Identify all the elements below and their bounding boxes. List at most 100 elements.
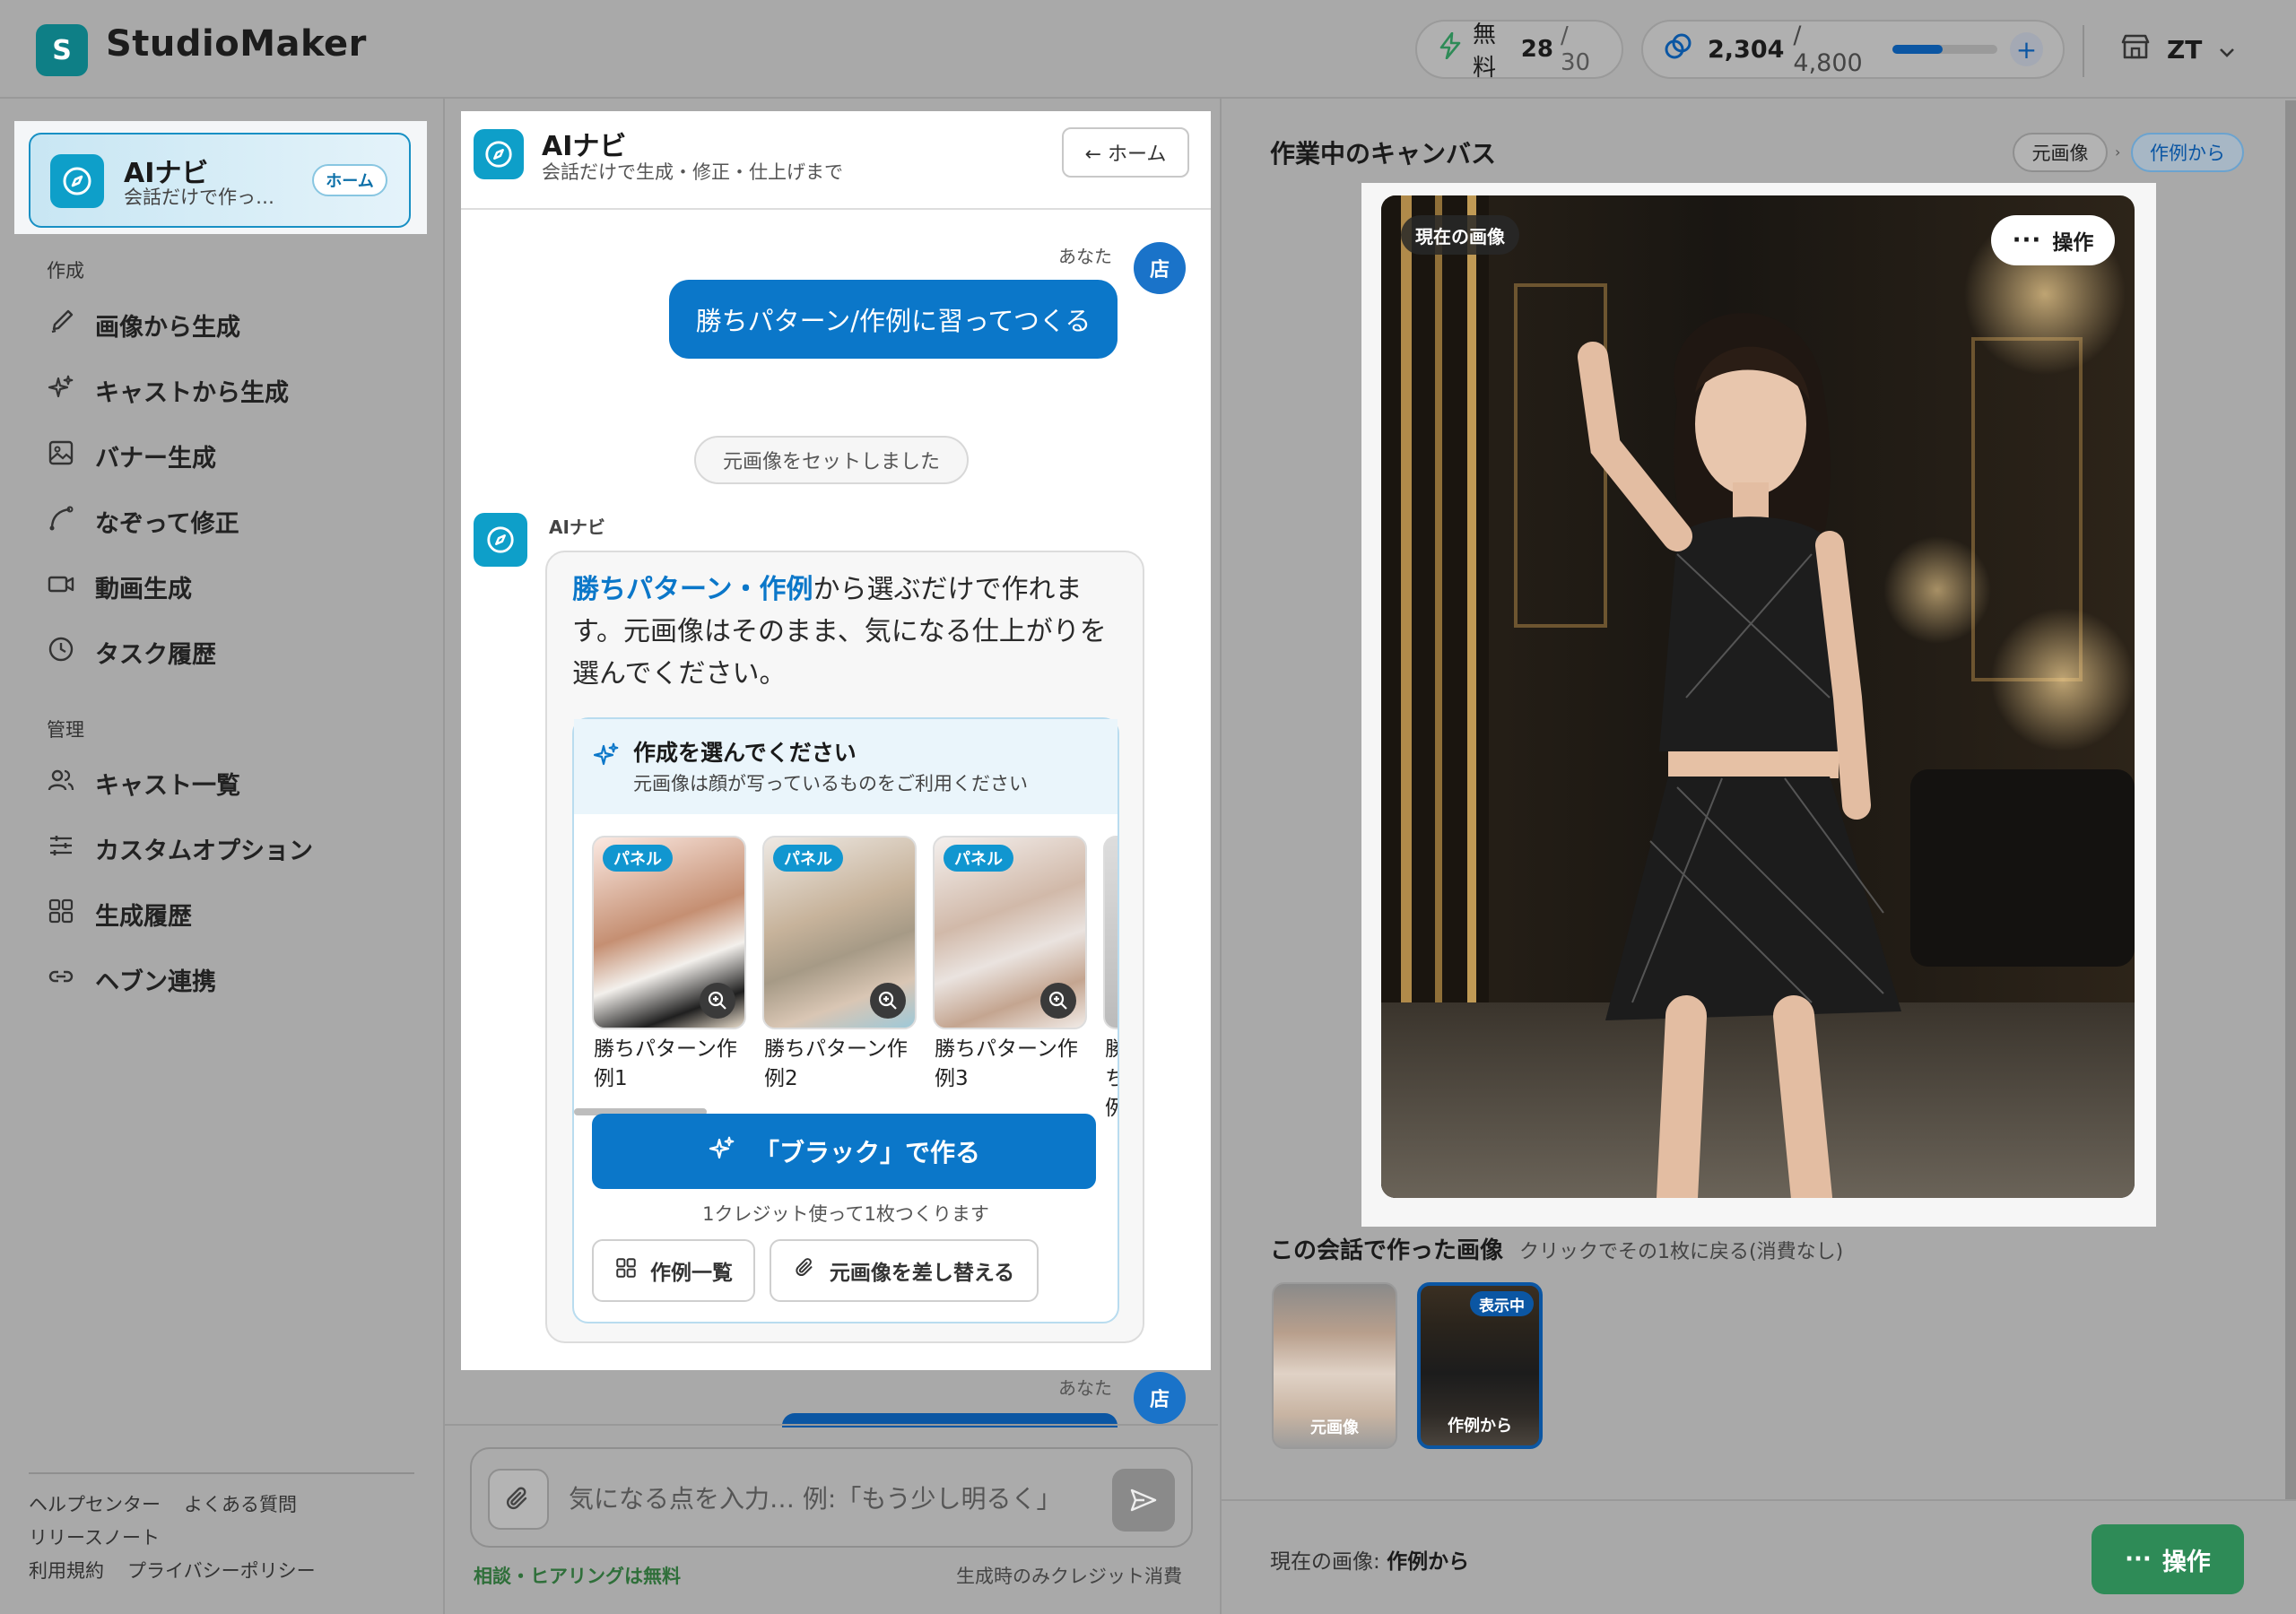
selection-title: 作成を選んでください — [633, 740, 857, 766]
add-credits-button[interactable]: + — [2009, 32, 2043, 66]
trace-icon — [47, 504, 75, 539]
panel-badge: パネル — [603, 845, 673, 872]
sidebar-item-custom-options[interactable]: カスタムオプション — [47, 830, 313, 866]
sidebar-item-cast-list[interactable]: キャスト一覧 — [47, 765, 240, 801]
home-chip[interactable]: ホーム — [312, 164, 387, 196]
sidebar-item-gen-history[interactable]: 生成履歴 — [47, 896, 192, 932]
current-image-value: 作例から — [1387, 1550, 1470, 1574]
history-thumbnail-example[interactable]: 表示中 作例から — [1417, 1282, 1543, 1449]
image-icon — [47, 438, 75, 473]
coins-icon — [1663, 31, 1693, 68]
example-thumbnail[interactable]: パネル — [592, 836, 746, 1029]
sidebar-item-trace-fix[interactable]: なぞって修正 — [47, 503, 239, 539]
grid-icon — [614, 1256, 638, 1285]
primary-actions-label: 操作 — [2161, 1548, 2211, 1576]
sidebar-item-task-history[interactable]: タスク履歴 — [47, 634, 216, 670]
compass-icon — [474, 129, 524, 179]
history-thumbnail-original[interactable]: 元画像 — [1272, 1282, 1397, 1449]
sparkle-icon — [47, 373, 75, 408]
release-notes-link[interactable]: リリースノート — [29, 1527, 160, 1549]
link-icon — [47, 962, 75, 997]
credit-progress-fill — [1892, 45, 1944, 54]
brush-icon — [47, 308, 75, 343]
faq-link[interactable]: よくある質問 — [184, 1494, 297, 1515]
paperclip-icon — [507, 1487, 527, 1509]
chat-subtitle: 会話だけで生成・修正・仕上げまで — [542, 161, 843, 183]
canvas-image[interactable] — [1381, 195, 2135, 1198]
sidebar-item-label: タスク履歴 — [95, 640, 216, 669]
privacy-link[interactable]: プライバシーポリシー — [127, 1560, 316, 1582]
sidebar-item-banner[interactable]: バナー生成 — [47, 438, 216, 473]
terms-link[interactable]: 利用規約 — [29, 1560, 104, 1582]
ai-message-text: 勝ちパターン・作例から選ぶだけで作れます。元画像はそのまま、気になる仕上がりを選… — [572, 568, 1128, 695]
crumb-example[interactable]: 作例から — [2131, 133, 2244, 172]
panel-badge: パネル — [773, 845, 843, 872]
help-link[interactable]: ヘルプセンター — [29, 1494, 161, 1515]
sidebar-item-subtitle: 会話だけで作っ… — [124, 187, 274, 208]
scrollbar[interactable] — [2285, 100, 2296, 1499]
replace-image-label: 元画像を差し替える — [829, 1262, 1015, 1285]
current-image-prefix: 現在の画像: — [1270, 1550, 1380, 1574]
crumb-original[interactable]: 元画像 — [2013, 133, 2108, 172]
system-note: 元画像をセットしました — [694, 436, 969, 484]
zoom-in-icon[interactable] — [700, 983, 735, 1019]
zoom-in-icon[interactable] — [1040, 983, 1076, 1019]
sliders-icon — [47, 831, 75, 866]
store-icon — [2120, 33, 2151, 66]
example-list-button[interactable]: 作例一覧 — [592, 1239, 755, 1302]
composer-divider — [445, 1424, 1218, 1426]
sidebar-item-label: 生成履歴 — [95, 902, 192, 931]
section-heading-manage: 管理 — [47, 719, 84, 741]
grid-icon — [47, 897, 75, 932]
home-button[interactable]: ← ホーム — [1062, 127, 1189, 178]
clock-icon — [47, 635, 75, 670]
sender-label: あなた — [1058, 1377, 1112, 1399]
user-avatar: 店 — [1134, 1372, 1186, 1424]
send-icon — [1130, 1488, 1157, 1512]
sidebar-item-label: 動画生成 — [95, 575, 192, 603]
free-used: 28 — [1520, 36, 1553, 63]
user-initials: ZT — [2167, 34, 2203, 65]
sidebar-item-heaven-link[interactable]: ヘブン連携 — [47, 961, 216, 997]
section-heading-create: 作成 — [47, 260, 84, 282]
message-input[interactable]: 気になる点を入力… 例:「もう少し明るく」 — [569, 1480, 1062, 1515]
canvas-footer-divider — [1220, 1499, 2296, 1501]
sidebar-footer: ヘルプセンター よくある質問 リリースノート 利用規約 プライバシーポリシー — [29, 1472, 414, 1588]
send-button[interactable] — [1112, 1469, 1175, 1532]
make-button[interactable]: 「ブラック」で作る — [592, 1114, 1096, 1189]
credit-progress-bar — [1892, 45, 1997, 54]
example-label: 勝ちパターン作例2 — [764, 1037, 908, 1090]
sidebar-item-image-generate[interactable]: 画像から生成 — [47, 307, 240, 343]
showing-badge: 表示中 — [1470, 1291, 1534, 1316]
current-image-badge: 現在の画像 — [1401, 215, 1519, 255]
zoom-in-icon[interactable] — [870, 983, 906, 1019]
app-logo[interactable]: S — [36, 24, 88, 76]
history-subtitle: クリックでその1枚に戻る(消費なし) — [1519, 1241, 1844, 1263]
app-name: StudioMaker — [106, 23, 367, 65]
example-thumbnail-partial[interactable] — [1103, 836, 1118, 1029]
example-thumbnail[interactable]: パネル — [933, 836, 1087, 1029]
sidebar-item-video[interactable]: 動画生成 — [47, 568, 192, 604]
canvas-actions-button[interactable]: ··· 操作 — [1991, 215, 2115, 265]
topbar-divider — [2083, 25, 2084, 77]
canvas-title: 作業中のキャンバス — [1270, 139, 1497, 169]
example-label-partial: 勝ち例 — [1105, 1037, 1118, 1120]
chevron-down-icon — [2218, 35, 2236, 65]
attach-button[interactable] — [488, 1469, 549, 1530]
sidebar-item-cast-generate[interactable]: キャストから生成 — [47, 372, 289, 408]
example-label: 勝ちパターン作例3 — [935, 1037, 1078, 1090]
credit-pill[interactable]: 2,304 / 4,800 + — [1641, 20, 2065, 79]
sender-label: あなた — [1058, 246, 1112, 267]
user-menu[interactable]: ZT — [2120, 27, 2236, 72]
replace-image-button[interactable]: 元画像を差し替える — [770, 1239, 1039, 1302]
sidebar-item-label: ヘブン連携 — [95, 968, 216, 996]
paperclip-icon — [794, 1256, 817, 1285]
more-icon: ··· — [2125, 1546, 2152, 1573]
free-quota-pill[interactable]: 無料 28 / 30 — [1415, 20, 1623, 82]
example-thumbnail[interactable]: パネル — [762, 836, 917, 1029]
primary-actions-button[interactable]: ··· 操作 — [2092, 1524, 2244, 1594]
panel-badge: パネル — [944, 845, 1013, 872]
sidebar-item-label: キャストから生成 — [95, 378, 289, 407]
selection-subtitle: 元画像は顔が写っているものをご利用ください — [633, 773, 1028, 794]
compass-icon — [474, 513, 527, 567]
